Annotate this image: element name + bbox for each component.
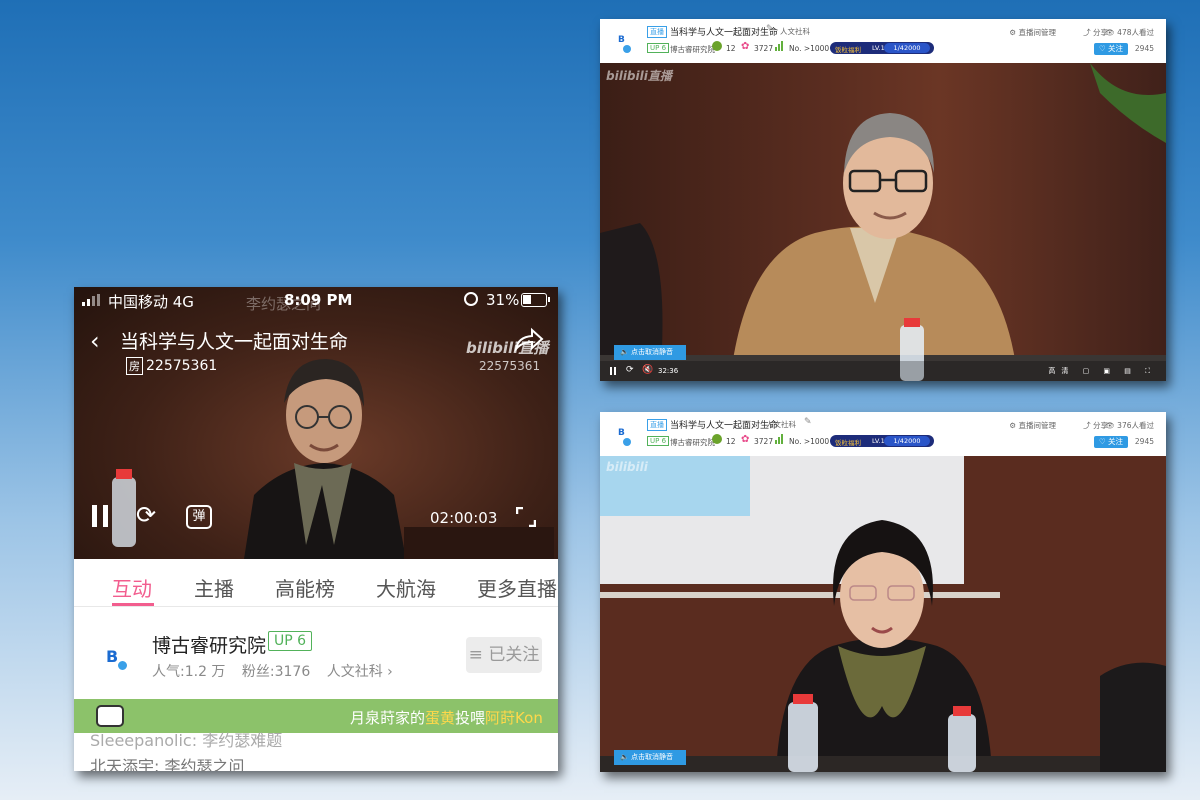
up-level-badge: UP 6 bbox=[647, 43, 670, 53]
room-manage-link[interactable]: ⚙ 直播间管理 bbox=[1009, 420, 1056, 431]
play-timer: 02:00:03 bbox=[430, 509, 498, 527]
video-player[interactable]: bilibili直播 🔈 点击取消静音 ⟳ 🔇 32:36 高清 ▢ ▣ ▤ ⛶ bbox=[600, 63, 1166, 381]
pause-icon[interactable] bbox=[610, 367, 616, 375]
follow-button[interactable]: ♡ 关注 bbox=[1094, 436, 1128, 448]
stream-title: 当科学与人文一起面对生命 bbox=[670, 421, 779, 431]
volume-icon[interactable]: 🔇 bbox=[642, 365, 653, 375]
rank-bars-icon bbox=[775, 41, 785, 51]
quality-selector[interactable]: 高清 bbox=[1048, 367, 1074, 375]
streamer-name[interactable]: 博古睿研究院 bbox=[152, 631, 266, 658]
pause-button[interactable] bbox=[92, 505, 112, 527]
flower-icon: ✿ bbox=[741, 434, 750, 445]
room-id: 房 22575361 bbox=[126, 357, 217, 375]
follow-count: 2945 bbox=[1134, 437, 1154, 446]
carrier-label: 中国移动 4G bbox=[108, 293, 194, 311]
refresh-icon[interactable]: ⟳ bbox=[136, 501, 156, 529]
level-badge: 饭粒福利 LV.1: 1/42000 bbox=[830, 435, 934, 447]
bilibili-watermark: bilibili直播 bbox=[606, 69, 672, 83]
gift-banner-text: 月泉莳家的蛋黄投喂阿莳Kon bbox=[350, 709, 543, 727]
room-header: B 直播 当科学与人文一起面对生命 ✎ 人文社科 UP 6 博古睿研究院 12 … bbox=[600, 19, 1166, 63]
chat-message: 北天添宇: 李约瑟之问 bbox=[90, 757, 245, 771]
popularity: 人气:1.2 万 bbox=[152, 664, 226, 680]
unmute-button[interactable]: 🔈 点击取消静音 bbox=[614, 750, 686, 765]
medal-icon bbox=[712, 434, 722, 444]
followed-button[interactable]: ≡ 已关注 bbox=[466, 637, 542, 673]
player-right-controls[interactable]: 高清 ▢ ▣ ▤ ⛶ bbox=[1048, 366, 1156, 376]
battery-percent: 31% bbox=[486, 291, 520, 309]
phone-status-bar: 中国移动 4G 李约瑟之问 8:09 PM 31% bbox=[74, 287, 558, 313]
clock: 8:09 PM bbox=[284, 291, 353, 309]
refresh-icon[interactable]: ⟳ bbox=[626, 365, 634, 375]
room-icon: 房 bbox=[126, 357, 143, 375]
fullscreen-icon[interactable] bbox=[516, 507, 536, 527]
room-header: B 直播 当科学与人文一起面对生命 人文社科 ✎ UP 6 博古睿研究院 12 … bbox=[600, 412, 1166, 456]
live-tag: 直播 bbox=[647, 419, 667, 431]
stream-title: 当科学与人文一起面对生命 bbox=[670, 28, 779, 38]
avatar[interactable]: B bbox=[104, 647, 128, 671]
streamer-info: B 博古睿研究院 UP 6 人气:1.2 万 粉丝:3176 人文社科 › ≡ … bbox=[74, 607, 558, 699]
flower-icon: ✿ bbox=[741, 41, 750, 52]
battery-icon bbox=[521, 293, 550, 307]
streamer-name[interactable]: 博古睿研究院 bbox=[670, 44, 715, 55]
rank-bars-icon bbox=[775, 434, 785, 444]
speaker-scene bbox=[600, 63, 1166, 381]
bilibili-watermark: bilibili直播 bbox=[466, 339, 549, 357]
avatar[interactable]: B bbox=[616, 428, 631, 446]
tab-energy-rank[interactable]: 高能榜 bbox=[275, 573, 335, 602]
level-badge: 饭粒福利 LV.1: 1/42000 bbox=[830, 42, 934, 54]
speaker-scene bbox=[600, 456, 1166, 772]
streamer-stats: 人气:1.2 万 粉丝:3176 人文社科 › bbox=[152, 661, 405, 681]
signal-icon bbox=[82, 294, 102, 306]
avatar[interactable]: B bbox=[616, 35, 631, 53]
desktop-live-window-2: B 直播 当科学与人文一起面对生命 人文社科 ✎ UP 6 博古睿研究院 12 … bbox=[600, 412, 1166, 772]
mobile-live-screen: 中国移动 4G 李约瑟之问 8:09 PM 31% ‹ 当科学与人文一起面对生命… bbox=[74, 287, 558, 771]
tab-streamer[interactable]: 主播 bbox=[194, 573, 234, 602]
rank-label: No. >1000 bbox=[789, 437, 830, 446]
area-link[interactable]: 人文社科 bbox=[780, 26, 810, 37]
tab-interact[interactable]: 互动 bbox=[112, 573, 152, 602]
viewers-count: 👁 478人看过 bbox=[1105, 28, 1154, 37]
mobile-video-player[interactable]: 中国移动 4G 李约瑟之问 8:09 PM 31% ‹ 当科学与人文一起面对生命… bbox=[74, 287, 558, 559]
medal-icon bbox=[712, 41, 722, 51]
follow-button[interactable]: ♡ 关注 bbox=[1094, 43, 1128, 55]
tab-more-live[interactable]: 更多直播 bbox=[477, 573, 557, 602]
chat-message: Sleeepanolic: 李约瑟难题 bbox=[90, 731, 283, 750]
viewers-count: 👁 376人看过 bbox=[1105, 421, 1154, 430]
play-time: 32:36 bbox=[658, 367, 679, 375]
tab-guard[interactable]: 大航海 bbox=[376, 573, 436, 602]
desktop-live-window-1: B 直播 当科学与人文一起面对生命 ✎ 人文社科 UP 6 博古睿研究院 12 … bbox=[600, 19, 1166, 381]
video-player[interactable]: bilibili 🔈 点击取消静音 bbox=[600, 456, 1166, 772]
player-controls: ⟳ 🔇 32:36 高清 ▢ ▣ ▤ ⛶ bbox=[600, 361, 1166, 381]
unmute-button[interactable]: 🔈 点击取消静音 bbox=[614, 345, 686, 360]
rotation-lock-icon bbox=[464, 292, 478, 306]
table-edge bbox=[404, 527, 554, 559]
share-link[interactable]: ⤴ 分享 bbox=[1083, 420, 1108, 431]
robot-icon bbox=[96, 705, 124, 727]
share-link[interactable]: ⤴ 分享 bbox=[1083, 27, 1108, 38]
flower-count: 3727 bbox=[754, 437, 774, 446]
back-chevron-icon[interactable]: ‹ bbox=[90, 327, 100, 355]
danmu-toggle-icon[interactable]: 弹 bbox=[186, 505, 212, 529]
flower-count: 3727 bbox=[754, 44, 774, 53]
up-level-badge: UP 6 bbox=[268, 631, 313, 651]
category-link[interactable]: 人文社科 › bbox=[327, 664, 393, 680]
tab-bar: 互动 主播 高能榜 大航海 更多直播 bbox=[74, 559, 558, 607]
rank-label: No. >1000 bbox=[789, 44, 830, 53]
edit-icon[interactable]: ✎ bbox=[766, 24, 774, 34]
stream-title: 当科学与人文一起面对生命 bbox=[120, 331, 349, 353]
follow-count: 2945 bbox=[1134, 44, 1154, 53]
speaker-figure bbox=[244, 359, 406, 559]
up-level-badge: UP 6 bbox=[647, 436, 670, 446]
room-manage-link[interactable]: ⚙ 直播间管理 bbox=[1009, 27, 1056, 38]
medal-count: 12 bbox=[726, 437, 736, 446]
medal-count: 12 bbox=[726, 44, 736, 53]
area-link[interactable]: 人文社科 bbox=[766, 419, 796, 430]
edit-icon[interactable]: ✎ bbox=[804, 417, 812, 427]
active-tab-indicator bbox=[112, 603, 154, 606]
watermark-room-id: 22575361 bbox=[479, 359, 541, 373]
fans-count: 粉丝:3176 bbox=[241, 664, 311, 680]
streamer-name[interactable]: 博古睿研究院 bbox=[670, 437, 715, 448]
bilibili-watermark: bilibili bbox=[606, 460, 648, 474]
live-tag: 直播 bbox=[647, 26, 667, 38]
